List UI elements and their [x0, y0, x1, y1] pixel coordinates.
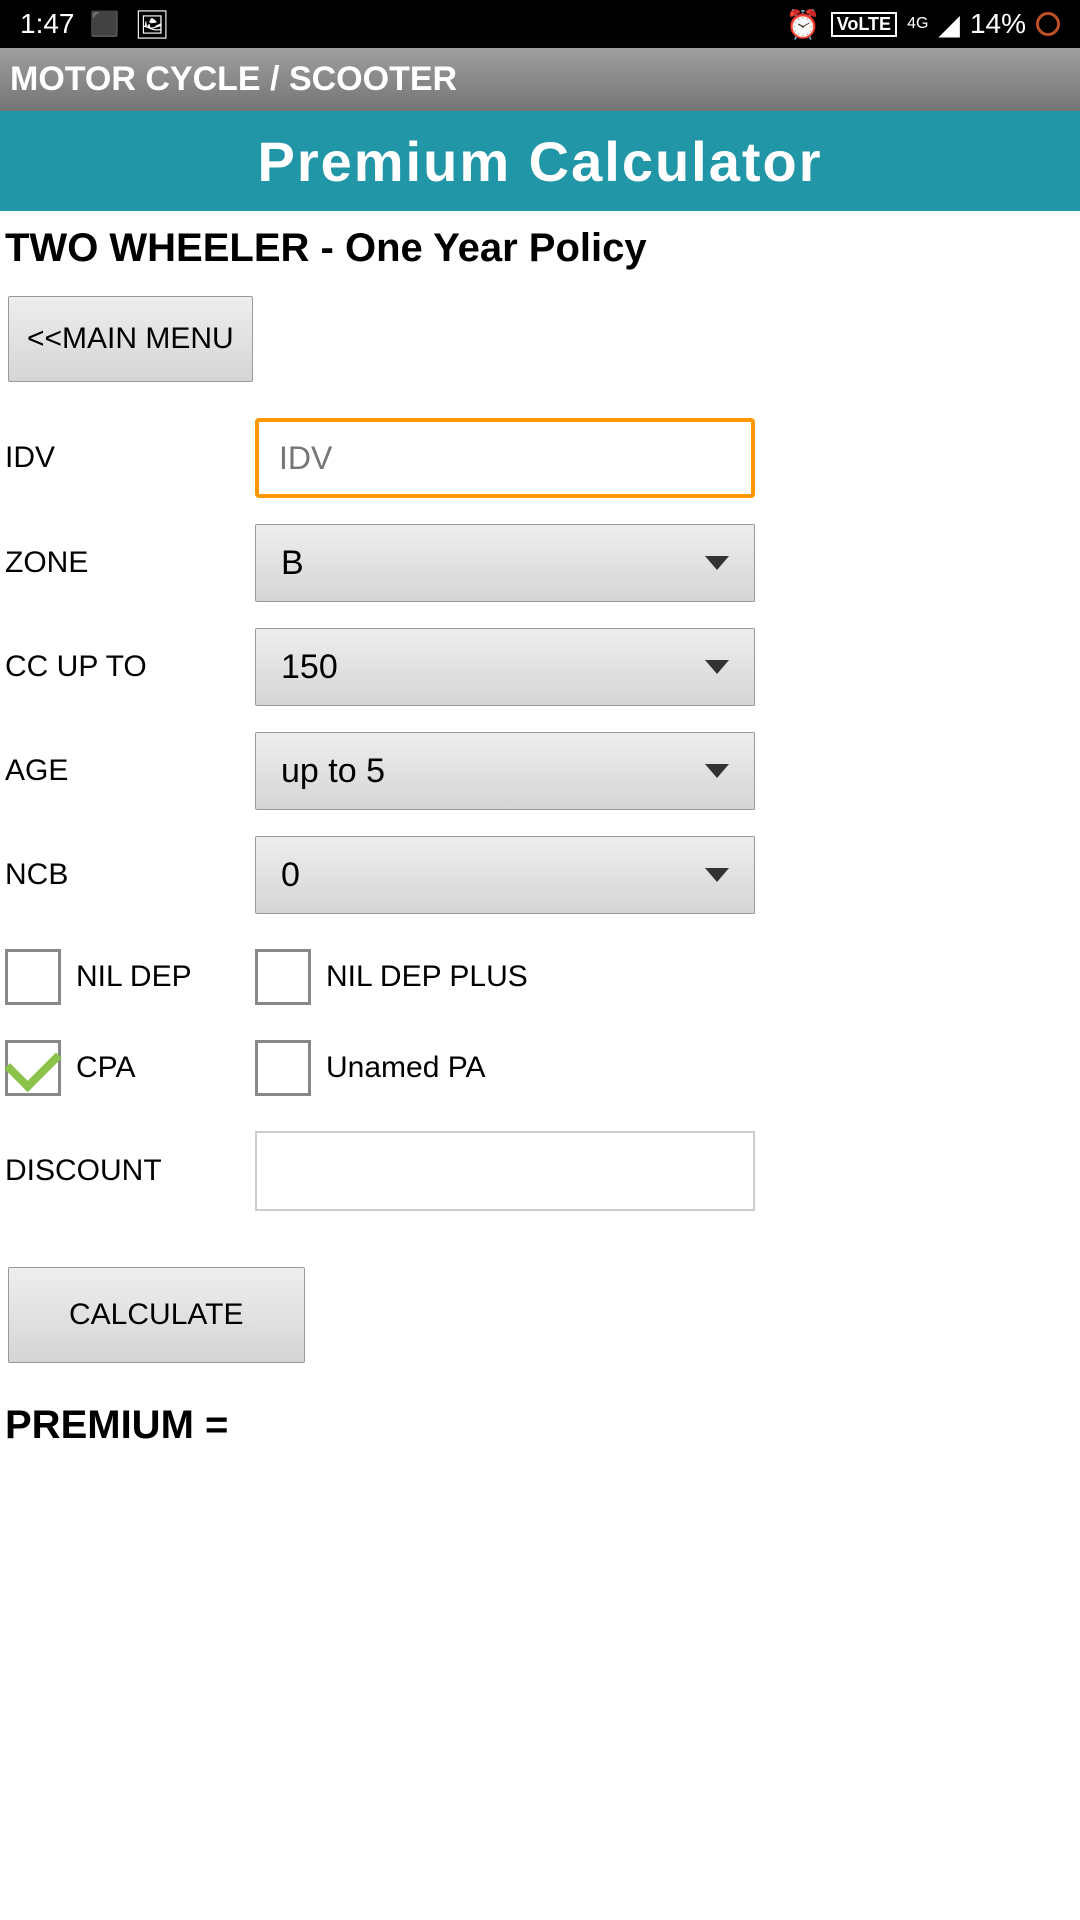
banner: Premium Calculator: [0, 111, 1080, 211]
nil-dep-label: NIL DEP: [76, 960, 192, 994]
ncb-value: 0: [281, 856, 300, 895]
battery-icon: ⬛: [90, 10, 120, 39]
ncb-select[interactable]: 0: [255, 836, 755, 914]
signal-icon: ◢: [938, 8, 960, 41]
ncb-label: NCB: [5, 858, 255, 892]
network-label: 4G: [907, 15, 928, 33]
volte-badge: VoLTE: [831, 12, 897, 37]
chevron-down-icon: [705, 660, 729, 674]
calculate-button[interactable]: CALCULATE: [8, 1267, 305, 1363]
main-menu-button[interactable]: <<MAIN MENU: [8, 296, 253, 382]
chevron-down-icon: [705, 556, 729, 570]
banner-title: Premium Calculator: [257, 129, 822, 194]
cc-select[interactable]: 150: [255, 628, 755, 706]
zone-label: ZONE: [5, 546, 255, 580]
status-bar: 1:47 ⬛ 🖼 ⏰ VoLTE 4G ◢ 14%: [0, 0, 1080, 48]
nil-dep-checkbox[interactable]: [5, 949, 61, 1005]
loading-icon: [1036, 12, 1060, 36]
premium-result: PREMIUM =: [0, 1393, 1080, 1458]
age-label: AGE: [5, 754, 255, 788]
unnamed-pa-label: Unamed PA: [326, 1051, 486, 1085]
alarm-icon: ⏰: [786, 8, 821, 41]
cc-value: 150: [281, 648, 338, 687]
header-title: MOTOR CYCLE / SCOOTER: [10, 60, 457, 98]
discount-label: DISCOUNT: [5, 1154, 255, 1188]
age-value: up to 5: [281, 752, 385, 791]
cc-label: CC UP TO: [5, 650, 255, 684]
chevron-down-icon: [705, 868, 729, 882]
status-time: 1:47: [20, 8, 75, 40]
zone-select[interactable]: B: [255, 524, 755, 602]
nil-dep-plus-checkbox[interactable]: [255, 949, 311, 1005]
page-title: TWO WHEELER - One Year Policy: [0, 211, 1080, 286]
discount-input[interactable]: [255, 1131, 755, 1211]
zone-value: B: [281, 544, 304, 583]
age-select[interactable]: up to 5: [255, 732, 755, 810]
unnamed-pa-checkbox[interactable]: [255, 1040, 311, 1096]
app-header: MOTOR CYCLE / SCOOTER: [0, 48, 1080, 111]
cpa-checkbox[interactable]: [5, 1040, 61, 1096]
chevron-down-icon: [705, 764, 729, 778]
idv-input[interactable]: [255, 418, 755, 498]
battery-pct: 14%: [970, 8, 1026, 40]
cpa-label: CPA: [76, 1051, 135, 1085]
nil-dep-plus-label: NIL DEP PLUS: [326, 960, 528, 994]
idv-label: IDV: [5, 441, 255, 475]
image-icon: 🖼: [134, 8, 170, 41]
